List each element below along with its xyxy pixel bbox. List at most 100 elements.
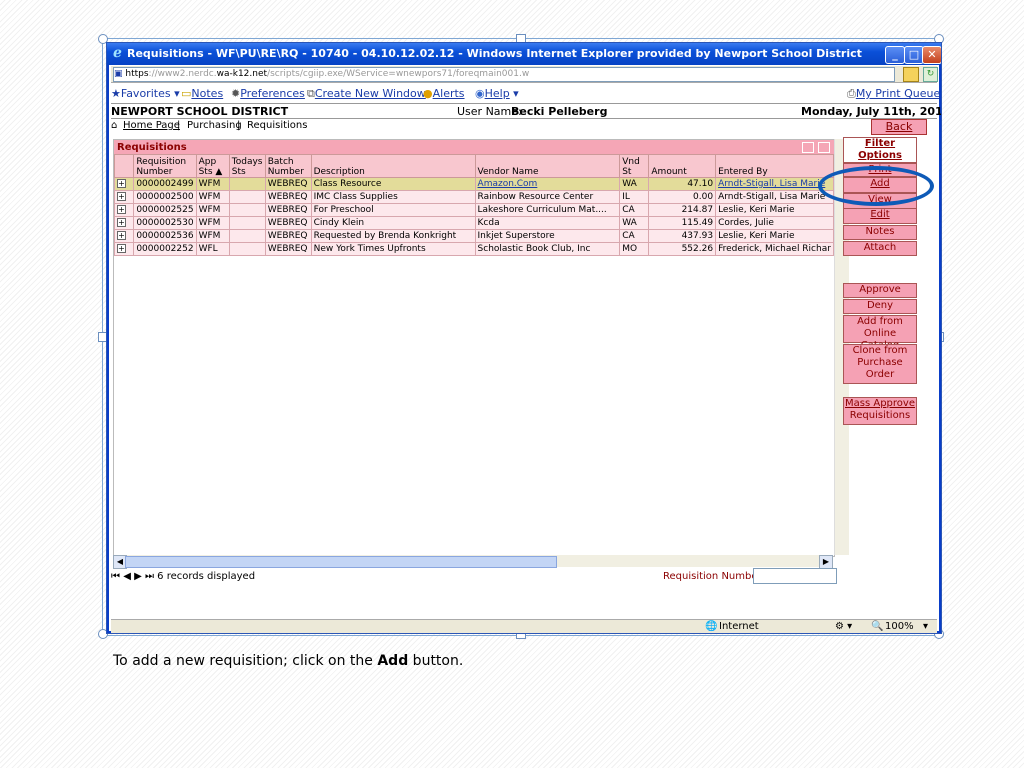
maximize-button[interactable]: □	[904, 46, 924, 64]
expand-icon[interactable]: +	[117, 205, 126, 214]
breadcrumb-purchasing[interactable]: Purchasing	[187, 120, 242, 131]
prev-page-icon[interactable]: ◀	[123, 571, 131, 582]
help-label: Help	[484, 87, 510, 100]
table-row[interactable]: + 0000002536 WFM WEBREQ Requested by Bre…	[114, 229, 834, 243]
expand-cell[interactable]: +	[114, 177, 135, 191]
requisition-number-label: Requisition Number:	[663, 571, 765, 582]
description-cell: For Preschool	[310, 203, 476, 217]
col-vendor-state[interactable]: Vnd St	[619, 154, 650, 178]
table-row[interactable]: + 0000002500 WFM WEBREQ IMC Class Suppli…	[114, 190, 834, 204]
approve-button[interactable]: Approve	[843, 283, 917, 298]
breadcrumb-separator: |	[177, 120, 181, 131]
window-title: Requisitions - WF\PU\RE\RQ - 10740 - 04.…	[127, 47, 862, 60]
vendor-name-cell: Rainbow Resource Center	[474, 190, 621, 204]
lock-icon[interactable]	[903, 67, 919, 82]
first-page-icon[interactable]: ⏮	[111, 571, 120, 582]
scroll-thumb[interactable]	[125, 556, 557, 568]
export-icon[interactable]	[802, 142, 814, 153]
expand-icon[interactable]: +	[117, 231, 126, 240]
notes-button[interactable]: Notes	[843, 225, 917, 240]
url-host: ://www2.nerdc.	[148, 69, 217, 79]
refresh-icon[interactable]: ↻	[923, 67, 938, 82]
edit-label: Edit	[870, 209, 890, 220]
expand-cell[interactable]: +	[114, 242, 135, 256]
clone-label: Purchase	[857, 357, 903, 368]
table-row[interactable]: + 0000002499 WFM WEBREQ Class Resource A…	[114, 177, 834, 191]
expand-icon[interactable]: +	[117, 192, 126, 201]
zoom-level[interactable]: 100%	[885, 621, 914, 632]
zoom-icon[interactable]: 🔍	[871, 621, 883, 632]
table-row[interactable]: + 0000002252 WFL WEBREQ New York Times U…	[114, 242, 834, 256]
col-amount[interactable]: Amount	[648, 154, 717, 178]
clone-from-po-button[interactable]: Clone from Purchase Order	[843, 344, 917, 384]
window-icon: ⧉	[307, 87, 315, 100]
col-description[interactable]: Description	[310, 154, 476, 178]
caption-bold: Add	[377, 653, 409, 669]
table-row[interactable]: + 0000002525 WFM WEBREQ For Preschool La…	[114, 203, 834, 217]
home-icon: ⌂	[111, 120, 118, 131]
vendor-state-cell: WA	[619, 216, 650, 230]
filter-options-button[interactable]: Filter Options	[843, 137, 917, 163]
print-queue-link[interactable]: ⎙My Print Queue	[847, 87, 940, 101]
add-from-catalog-button[interactable]: Add fromOnline Catalog	[843, 315, 917, 351]
scroll-right-icon[interactable]: ▶	[819, 555, 833, 569]
expand-icon[interactable]: +	[117, 179, 126, 188]
create-window-link[interactable]: ⧉Create New Window	[307, 87, 426, 101]
description-cell: Class Resource	[310, 177, 476, 191]
close-button[interactable]: ✕	[922, 46, 941, 64]
header-text: Requisition	[136, 157, 187, 167]
vendor-state-cell: WA	[619, 177, 650, 191]
grid-horizontal-scrollbar[interactable]: ◀ ▶	[113, 555, 833, 569]
last-page-icon[interactable]: ⏭	[145, 571, 154, 582]
entered-by-cell: Frederick, Michael Richar	[715, 242, 834, 256]
edit-button[interactable]: Edit	[843, 208, 917, 224]
table-row[interactable]: + 0000002530 WFM WEBREQ Cindy Klein Kcda…	[114, 216, 834, 230]
expand-cell[interactable]: +	[114, 190, 135, 204]
alerts-link[interactable]: ●Alerts	[423, 87, 465, 100]
minimize-button[interactable]: _	[885, 46, 905, 64]
print-grid-icon[interactable]	[818, 142, 830, 153]
attach-button[interactable]: Attach	[843, 241, 917, 256]
expand-cell[interactable]: +	[114, 229, 135, 243]
back-button[interactable]: Back	[871, 119, 927, 135]
col-batch-number[interactable]: Batch Number	[264, 154, 312, 178]
amount-cell: 47.10	[648, 177, 717, 191]
note-icon: ▭	[181, 87, 192, 100]
requisition-number-cell: 0000002252	[133, 242, 197, 256]
protected-mode-icon[interactable]: ⚙ ▾	[835, 621, 852, 632]
highlight-ellipse	[818, 166, 934, 206]
expand-icon[interactable]: +	[117, 218, 126, 227]
preferences-link[interactable]: ✹Preferences	[231, 87, 305, 100]
expand-icon[interactable]: +	[117, 244, 126, 253]
pager: ⏮ ◀ ▶ ⏭ 6 records displayed	[111, 571, 255, 582]
requisition-number-cell: 0000002530	[133, 216, 197, 230]
header-text: Todays	[231, 157, 263, 167]
favorites-menu[interactable]: ★Favorites ▾	[111, 87, 180, 100]
requisition-number-input[interactable]	[753, 568, 837, 584]
expand-cell[interactable]: +	[114, 216, 135, 230]
breadcrumb-home[interactable]: Home Page	[123, 120, 180, 131]
col-entered-by[interactable]: Entered By	[715, 154, 834, 178]
help-menu[interactable]: ◉Help ▾	[475, 87, 519, 100]
col-vendor-name[interactable]: Vendor Name	[474, 154, 621, 178]
notes-link[interactable]: ▭Notes	[181, 87, 223, 100]
vendor-name-cell: Scholastic Book Club, Inc	[474, 242, 621, 256]
deny-button[interactable]: Deny	[843, 299, 917, 314]
mass-approve-button[interactable]: Mass Approve Requisitions	[843, 397, 917, 425]
create-window-label: Create New Window	[314, 87, 426, 100]
next-page-icon[interactable]: ▶	[134, 571, 142, 582]
header-text: Sts ▲	[198, 167, 223, 177]
col-requisition-number[interactable]: Requisition Number	[133, 154, 197, 178]
vendor-name-link[interactable]: Amazon.Com	[474, 177, 621, 191]
breadcrumb-requisitions[interactable]: Requisitions	[247, 120, 307, 131]
zoom-dropdown-icon[interactable]: ▾	[923, 621, 928, 632]
amount-cell: 214.87	[648, 203, 717, 217]
district-name: NEWPORT SCHOOL DISTRICT	[111, 105, 289, 118]
breadcrumb: ⌂ Home Page | Purchasing | Requisitions	[111, 119, 927, 133]
window-titlebar[interactable]: ℯ Requisitions - WF\PU\RE\RQ - 10740 - 0…	[107, 43, 941, 65]
expand-cell[interactable]: +	[114, 203, 135, 217]
entered-by-link[interactable]: Arndt-Stigall, Lisa Marie	[715, 177, 834, 191]
url-field[interactable]: ▣ https://www2.nerdc.wa-k12.net/scripts/…	[113, 67, 895, 82]
col-app-status[interactable]: App Sts ▲	[195, 154, 230, 178]
col-todays-status[interactable]: Todays Sts	[228, 154, 266, 178]
